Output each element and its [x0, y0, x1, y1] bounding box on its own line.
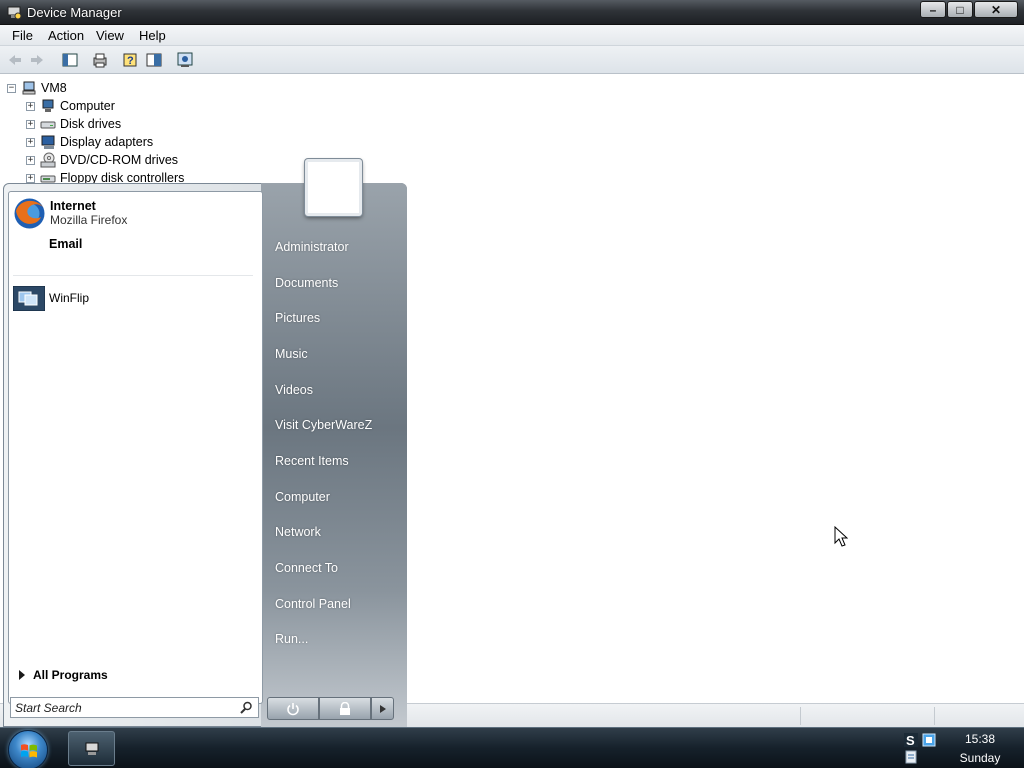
start-item-administrator[interactable]: Administrator — [275, 240, 349, 254]
forward-arrow-icon[interactable] — [28, 51, 46, 69]
user-picture[interactable] — [305, 159, 362, 216]
svg-text:?: ? — [127, 55, 134, 67]
device-manager-icon — [85, 742, 99, 755]
tree-node-label: Computer — [60, 99, 115, 113]
dvd-drive-icon — [40, 152, 56, 168]
maximize-icon: □ — [956, 2, 964, 17]
all-programs-label: All Programs — [33, 668, 108, 682]
status-divider — [934, 707, 935, 725]
pinned-internet[interactable]: Internet Mozilla Firefox — [13, 197, 127, 230]
close-button[interactable]: ✕ — [974, 1, 1018, 18]
email-title: Email — [49, 237, 83, 251]
recent-winflip[interactable]: WinFlip — [13, 286, 89, 311]
start-item-videos[interactable]: Videos — [275, 383, 313, 397]
tree-root-label: VM8 — [41, 81, 67, 95]
search-icon[interactable] — [240, 701, 253, 714]
start-item-documents[interactable]: Documents — [275, 276, 338, 290]
tree-node-label: Disk drives — [60, 117, 122, 131]
tree-node-label: DVD/CD-ROM drives — [60, 153, 179, 167]
arrow-right-icon — [19, 670, 25, 680]
tree-root[interactable]: − VM8 — [7, 79, 67, 97]
tree-node[interactable]: + Display adapters — [26, 133, 153, 151]
help-icon[interactable]: ? — [121, 51, 139, 69]
menu-view[interactable]: View — [96, 28, 124, 43]
winflip-label: WinFlip — [49, 291, 90, 305]
computer-icon — [42, 99, 54, 112]
winflip-icon — [13, 286, 45, 311]
minimize-icon: – — [929, 2, 937, 17]
internet-title: Internet — [50, 199, 96, 213]
expand-icon[interactable]: + — [26, 119, 35, 129]
close-icon: ✕ — [990, 2, 1002, 17]
start-item-pictures[interactable]: Pictures — [275, 311, 320, 325]
lock-icon — [340, 701, 350, 715]
device-manager-icon — [7, 6, 22, 20]
start-item-music[interactable]: Music — [275, 347, 308, 361]
tray-network-icon[interactable] — [922, 733, 936, 747]
menu-help[interactable]: Help — [139, 28, 166, 43]
mouse-cursor-icon — [834, 526, 848, 547]
svg-text:S: S — [906, 733, 915, 747]
toolbar: ? — [0, 46, 1024, 74]
power-options-button[interactable] — [371, 697, 394, 720]
start-item-run[interactable]: Run... — [275, 632, 308, 646]
start-item-computer[interactable]: Computer — [275, 490, 330, 504]
start-menu-separator — [13, 275, 253, 276]
search-placeholder: Start Search — [15, 701, 82, 715]
window-title: Device Manager — [27, 5, 122, 20]
clock-time: 15:38 — [964, 732, 996, 746]
power-button-group — [267, 697, 394, 720]
clock-day: Sunday — [959, 751, 1001, 765]
start-item-visit-cyberwarez[interactable]: Visit CyberWareZ — [275, 418, 372, 432]
system-clock[interactable]: 15:38 Sunday — [950, 730, 1010, 768]
start-menu: Internet Mozilla Firefox Email WinFlip A… — [3, 159, 407, 727]
display-adapter-icon — [41, 135, 55, 149]
maximize-button[interactable]: □ — [947, 1, 973, 18]
properties-icon[interactable] — [145, 51, 163, 69]
minimize-button[interactable]: – — [920, 1, 946, 18]
firefox-icon — [14, 198, 45, 229]
power-icon — [287, 702, 299, 715]
menu-file[interactable]: File — [12, 28, 33, 43]
tree-node[interactable]: + DVD/CD-ROM drives — [26, 151, 178, 169]
all-programs-button[interactable]: All Programs — [19, 668, 108, 682]
start-item-connect-to[interactable]: Connect To — [275, 561, 338, 575]
start-search-input[interactable]: Start Search — [10, 697, 259, 718]
status-divider — [800, 707, 801, 725]
start-menu-left-pane — [8, 191, 263, 704]
scan-hardware-icon[interactable] — [176, 51, 194, 69]
title-bar[interactable]: Device Manager – □ ✕ — [0, 0, 1024, 25]
arrow-right-icon — [379, 704, 386, 713]
lock-button[interactable] — [319, 697, 371, 720]
windows-logo-icon — [21, 744, 37, 758]
expand-icon[interactable]: + — [26, 137, 35, 147]
expand-icon[interactable]: + — [26, 155, 35, 165]
internet-subtitle: Mozilla Firefox — [50, 213, 128, 227]
tree-node[interactable]: + Disk drives — [26, 115, 121, 133]
start-item-recent-items[interactable]: Recent Items — [275, 454, 349, 468]
collapse-icon[interactable]: − — [7, 83, 16, 93]
menu-bar: File Action View Help — [0, 25, 1024, 46]
pinned-email[interactable]: Email — [49, 237, 82, 251]
expand-icon[interactable]: + — [26, 173, 35, 183]
start-item-control-panel[interactable]: Control Panel — [275, 597, 351, 611]
disk-drive-icon — [40, 121, 56, 129]
computer-icon — [22, 81, 36, 95]
show-hide-console-tree-icon[interactable] — [61, 51, 79, 69]
power-button[interactable] — [267, 697, 319, 720]
menu-action[interactable]: Action — [48, 28, 84, 43]
back-arrow-icon[interactable] — [6, 51, 24, 69]
tree-node[interactable]: + Computer — [26, 97, 115, 115]
taskbar-device-manager-button[interactable] — [68, 731, 115, 766]
start-button[interactable] — [8, 730, 48, 768]
tray-s-icon[interactable]: S — [904, 733, 918, 747]
tray-document-icon[interactable] — [904, 750, 918, 764]
taskbar: S 15:38 Sunday — [0, 727, 1024, 768]
expand-icon[interactable]: + — [26, 101, 35, 111]
start-item-network[interactable]: Network — [275, 525, 321, 539]
print-icon[interactable] — [91, 51, 109, 69]
tree-node-label: Display adapters — [60, 135, 154, 149]
